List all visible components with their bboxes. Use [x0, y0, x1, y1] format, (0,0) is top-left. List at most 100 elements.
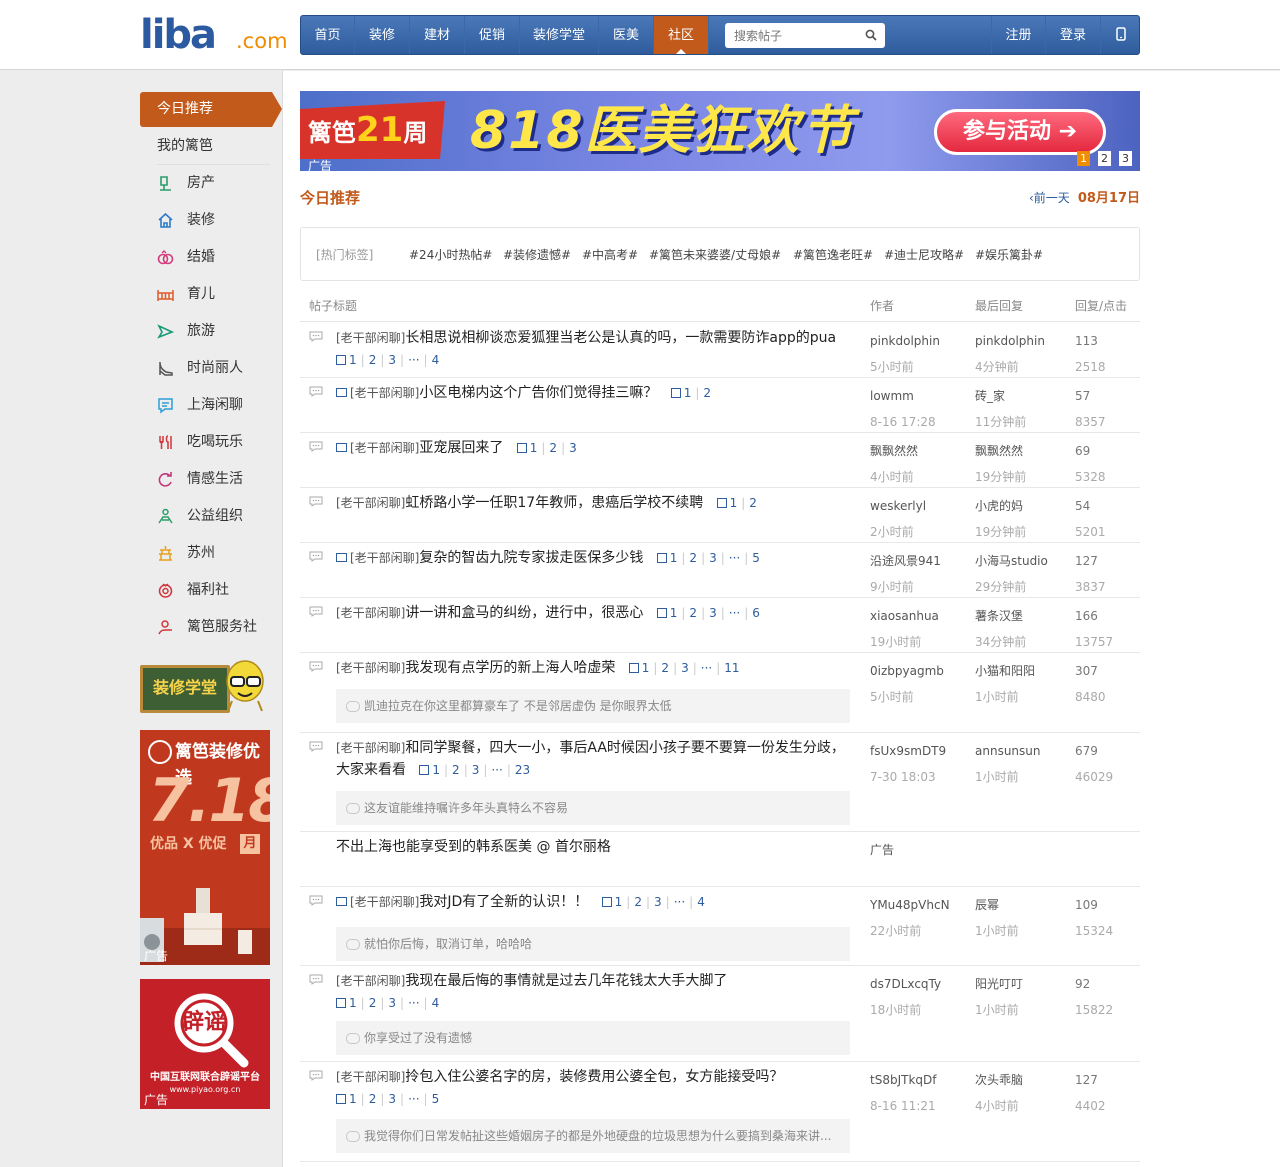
reply-preview[interactable]: 就怕你后悔，取消订单，哈哈哈 [336, 927, 850, 961]
page-link[interactable]: 1 [684, 386, 692, 400]
sidebar-item-charity[interactable]: 公益组织 [140, 498, 270, 535]
last-reply-user[interactable]: 次头乖脑 [975, 1071, 1023, 1089]
reply-preview[interactable]: 凯迪拉克在你这里都算豪车了 不是邻居虚伪 是你眼界太低 [336, 689, 850, 723]
page-link[interactable]: 3 [388, 1092, 396, 1106]
search-input[interactable] [725, 23, 861, 48]
banner-page-1[interactable]: 1 [1077, 151, 1090, 166]
join-activity-button[interactable]: 参与活动 ➔ [934, 109, 1106, 155]
last-reply-user[interactable]: 小虎的妈 [975, 497, 1023, 515]
post-author[interactable]: lowmm [870, 387, 914, 405]
page-link[interactable]: ··· [701, 661, 712, 675]
sidebar-item-shanghai-chat[interactable]: 上海闲聊 [140, 387, 270, 424]
page-link[interactable]: 1 [642, 661, 650, 675]
page-link[interactable]: 11 [724, 661, 739, 675]
post-category[interactable]: [老干部闲聊] [336, 606, 405, 620]
post-title-link[interactable]: 复杂的智齿九院专家拔走医保多少钱 [419, 550, 643, 566]
nav-materials[interactable]: 建材 [410, 16, 465, 54]
page-link[interactable]: 3 [709, 551, 717, 565]
banner-page-3[interactable]: 3 [1119, 151, 1132, 166]
post-title-link[interactable]: 和同学聚餐，四大一小，事后AA时候因小孩子要不要算一份发生分歧，大家来看看 [336, 740, 845, 778]
post-author[interactable]: pinkdolphin [870, 332, 940, 350]
post-title-link[interactable]: 我现在最后悔的事情就是过去几年花钱太大手大脚了 [405, 973, 727, 989]
last-reply-user[interactable]: 小海马studio [975, 552, 1048, 570]
sidebar-ad-piyao[interactable]: 辟谣 中国互联网联合辟谣平台 www.piyao.org.cn 广告 [140, 979, 270, 1109]
post-author[interactable]: 0izbpyagmb [870, 662, 944, 680]
hot-tag[interactable]: #中高考# [582, 228, 638, 282]
prev-day-link[interactable]: ‹前一天 [1029, 191, 1070, 205]
sidebar-item-service[interactable]: 篱笆服务社 [140, 609, 270, 646]
post-title-link[interactable]: 小区电梯内这个广告你们觉得挂三嘛？ [419, 385, 657, 401]
sidebar-item-suzhou[interactable]: 苏州 [140, 535, 270, 572]
page-link[interactable]: ··· [729, 551, 740, 565]
post-category[interactable]: [老干部闲聊] [350, 441, 419, 455]
sidebar-item-travel[interactable]: 旅游 [140, 313, 270, 350]
sidebar-item-fashion[interactable]: 时尚丽人 [140, 350, 270, 387]
post-category[interactable]: [老干部闲聊] [336, 974, 405, 988]
page-link[interactable]: 1 [349, 1092, 357, 1106]
post-title-link[interactable]: 长相思说相柳谈恋爱狐狸当老公是认真的吗，一款需要防诈app的pua [405, 330, 836, 346]
sidebar-item-parenting[interactable]: 育儿 [140, 276, 270, 313]
page-link[interactable]: 4 [432, 996, 440, 1010]
nav-decoration[interactable]: 装修 [355, 16, 410, 54]
site-logo[interactable]: liba .com [140, 15, 288, 55]
page-link[interactable]: 3 [388, 353, 396, 367]
last-reply-user[interactable]: 飘飘然然 [975, 442, 1023, 460]
page-link[interactable]: 2 [661, 661, 669, 675]
page-link[interactable]: 2 [369, 353, 377, 367]
page-link[interactable]: 3 [388, 996, 396, 1010]
page-link[interactable]: 2 [689, 551, 697, 565]
page-link[interactable]: 3 [709, 606, 717, 620]
page-link[interactable]: 2 [452, 763, 460, 777]
page-link[interactable]: 2 [369, 996, 377, 1010]
post-author[interactable]: YMu48pVhcN [870, 896, 950, 914]
hot-tag[interactable]: #篱笆未来婆婆/丈母娘# [649, 228, 781, 282]
post-author[interactable]: 沿途风景941 [870, 552, 941, 570]
last-reply-user[interactable]: 小猫和阳阳 [975, 662, 1035, 680]
hot-tag[interactable]: #迪士尼攻略# [884, 228, 964, 282]
page-link[interactable]: 2 [549, 441, 557, 455]
page-link[interactable]: 1 [530, 441, 538, 455]
sidebar-item-decoration[interactable]: 装修 [140, 202, 270, 239]
sidebar-ad-youxuan[interactable]: 篱笆装修优选 7.18 优品 X 优促 月 广告 [140, 730, 270, 965]
mobile-button[interactable] [1101, 16, 1139, 54]
page-link[interactable]: 3 [654, 895, 662, 909]
page-link[interactable]: ··· [408, 353, 419, 367]
page-link[interactable]: ··· [729, 606, 740, 620]
sidebar-item-today[interactable]: 今日推荐 [140, 92, 282, 127]
page-link[interactable]: 1 [730, 496, 738, 510]
nav-home[interactable]: 首页 [301, 16, 355, 54]
post-category[interactable]: [老干部闲聊] [336, 496, 405, 510]
post-category[interactable]: [老干部闲聊] [350, 551, 419, 565]
post-category[interactable]: [老干部闲聊] [350, 386, 419, 400]
page-link[interactable]: 3 [472, 763, 480, 777]
page-link[interactable]: 4 [432, 353, 440, 367]
page-link[interactable]: 1 [349, 996, 357, 1010]
banner-ad[interactable]: 篱笆21周年 818医美狂欢节 参与活动 ➔ 1 2 3 广告 [300, 91, 1140, 171]
page-link[interactable]: 5 [432, 1092, 440, 1106]
page-link[interactable]: 6 [752, 606, 760, 620]
hot-tag[interactable]: #篱笆逸老旺# [793, 228, 873, 282]
post-author[interactable]: xiaosanhua [870, 607, 939, 625]
post-title-link[interactable]: 虹桥路小学一任职17年教师，患癌后学校不续聘 [405, 495, 703, 511]
page-link[interactable]: 1 [670, 606, 678, 620]
post-category[interactable]: [老干部闲聊] [336, 331, 405, 345]
post-title-link[interactable]: 亚宠展回来了 [419, 440, 503, 456]
page-link[interactable]: 2 [634, 895, 642, 909]
reply-preview[interactable]: 这友谊能维持嘱许多年头真特么不容易 [336, 791, 850, 825]
page-link[interactable]: 3 [569, 441, 577, 455]
academy-promo[interactable]: 装修学堂 [140, 655, 270, 715]
hot-tag[interactable]: #娱乐篱卦# [975, 228, 1043, 282]
register-button[interactable]: 注册 [991, 16, 1046, 54]
post-author[interactable]: fsUx9smDT9 [870, 742, 946, 760]
page-link[interactable]: 1 [615, 895, 623, 909]
post-category[interactable]: [老干部闲聊] [336, 1070, 405, 1084]
ad-post-link[interactable]: 不出上海也能享受到的韩系医美 @ 首尔丽格 [336, 839, 611, 855]
reply-preview[interactable]: 你享受过了没有遗憾 [336, 1021, 850, 1055]
hot-tag[interactable]: #装修遗憾# [503, 228, 571, 282]
banner-page-2[interactable]: 2 [1098, 151, 1111, 166]
post-title-link[interactable]: 我发现有点学历的新上海人哈虚荣 [405, 660, 615, 676]
hot-tag[interactable]: #24小时热帖# [409, 228, 492, 282]
page-link[interactable]: 2 [703, 386, 711, 400]
page-link[interactable]: 1 [349, 353, 357, 367]
nav-academy[interactable]: 装修学堂 [520, 16, 599, 54]
